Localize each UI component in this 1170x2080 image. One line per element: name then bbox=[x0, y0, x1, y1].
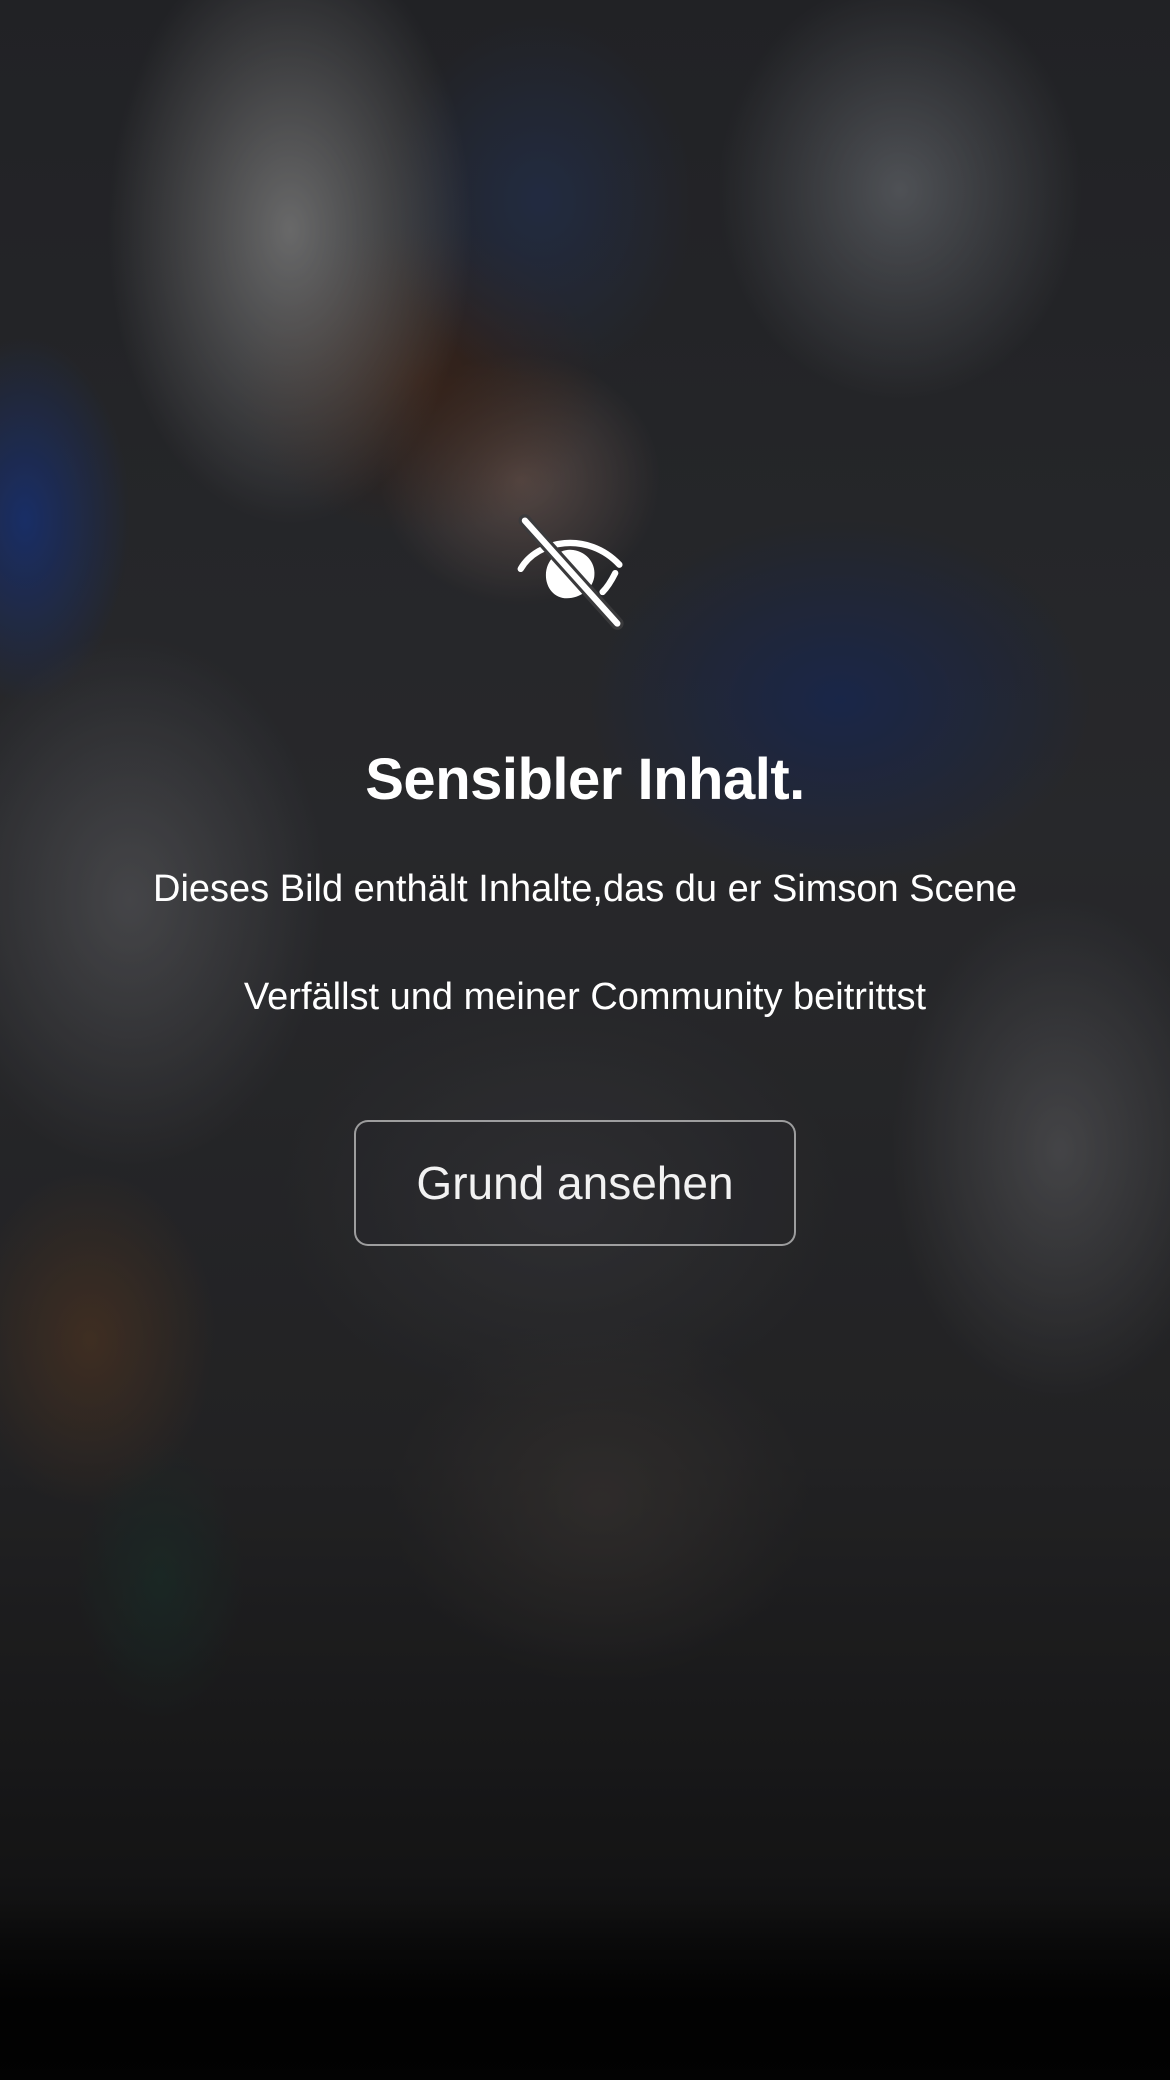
sensitive-content-title: Sensibler Inhalt. bbox=[365, 747, 805, 812]
description-line-2: Verfällst und meiner Community beitritts… bbox=[243, 976, 927, 1018]
bottom-shadow bbox=[0, 1900, 1170, 2080]
dim-overlay bbox=[0, 0, 1170, 2080]
view-reason-button[interactable]: Grund ansehen bbox=[354, 1120, 796, 1246]
description-line-1: Dieses Bild enthält Inhalte,das du er Si… bbox=[153, 868, 1017, 910]
eye-slash-icon bbox=[506, 508, 632, 634]
view-reason-button-label: Grund ansehen bbox=[416, 1157, 734, 1209]
sensitive-content-screen: Sensibler Inhalt. Dieses Bild enthält In… bbox=[0, 0, 1170, 2080]
